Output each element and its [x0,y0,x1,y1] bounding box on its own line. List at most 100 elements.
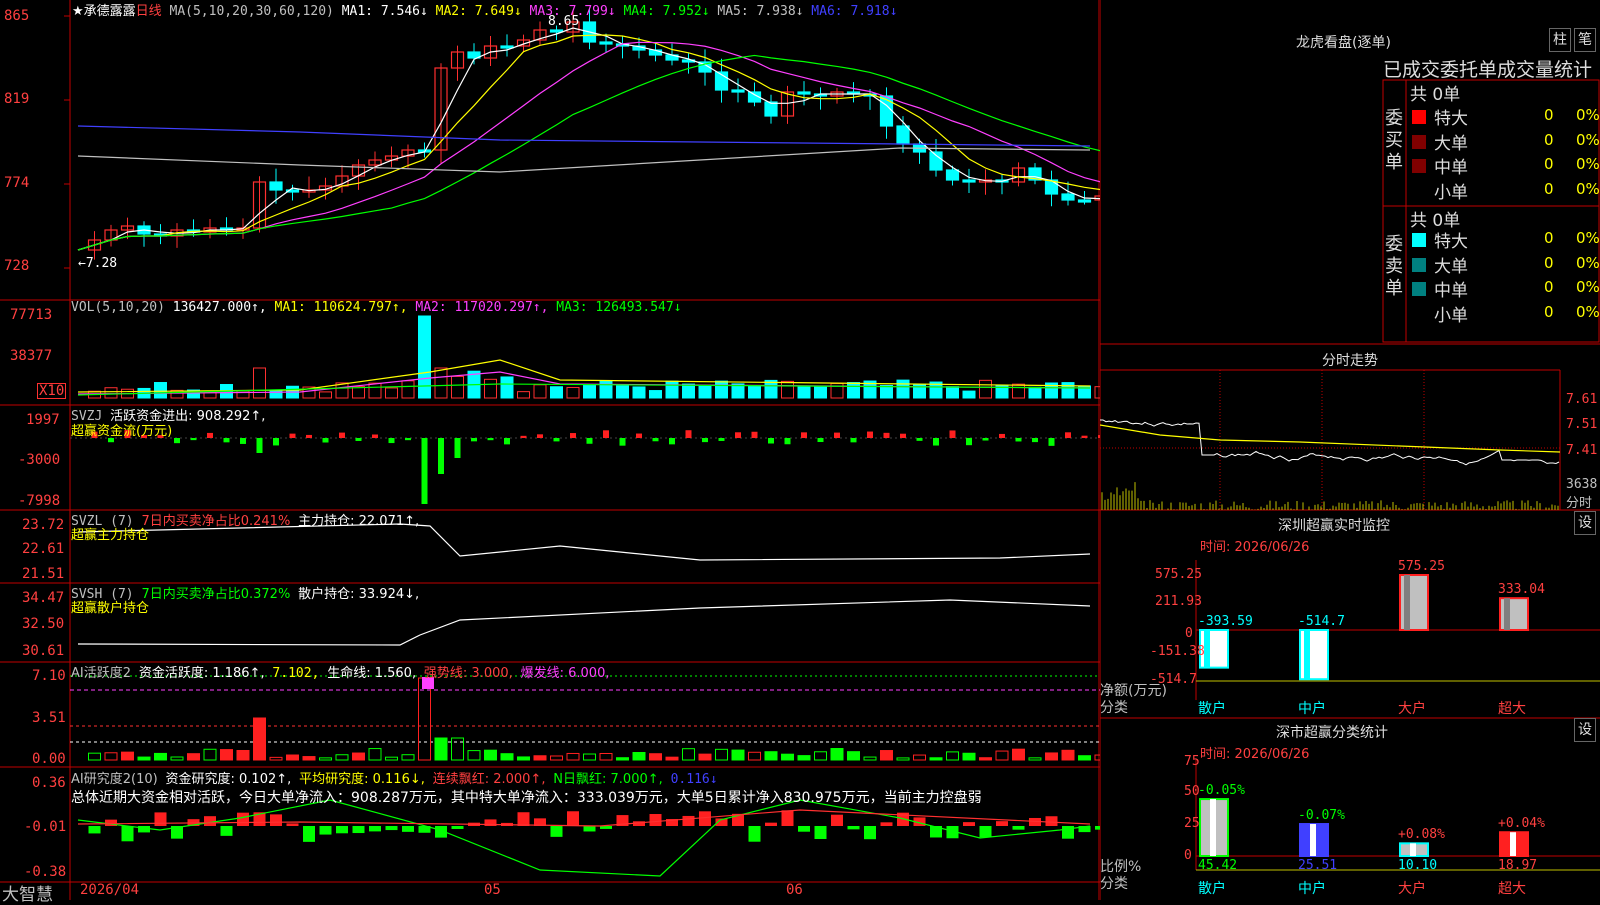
ai1-bar [236,749,250,761]
ma-legend-1: MA1: 7.546↓ [341,4,428,19]
ma-legend-6: MA6: 7.918↓ [803,4,898,19]
ai1-bar [451,737,464,761]
svzj-bar [784,438,791,445]
ai2-bar [369,826,381,832]
svzj-bar [718,438,725,441]
sz-category: 散户 [1198,701,1226,717]
vol-bar [500,376,514,399]
ai1-bar [830,748,844,761]
svzj-bar [388,438,395,444]
fs-axis-3: 7.41 [1566,443,1598,458]
ai1-bar [385,756,398,761]
ai1-bar [203,748,217,761]
svzj-bar [586,438,593,444]
vol-bar [583,385,596,399]
sc-axis-tick: 0 [1184,848,1192,863]
brand-logo[interactable]: 大智慧 [2,880,53,905]
sc-title: 深市超赢分类统计 [1276,725,1388,741]
price-axis-3: 774 [4,175,30,191]
candle-body [797,91,811,95]
sell-row-name: 大单 [1434,256,1468,277]
ai2-bar [517,812,530,826]
sc-category: 超大 [1498,881,1526,897]
ai2-bar [765,822,777,826]
vol-bar [566,386,580,399]
ai1-bar [764,751,778,761]
vol-bar [748,385,761,399]
sc-bar-change: -0.05% [1198,783,1245,799]
sell-row-count: 0 [1544,229,1554,247]
svzj-bar [982,438,989,441]
ai1-bar [731,749,745,761]
sell-label: 委卖单 [1385,234,1403,299]
sc-settings-button[interactable]: 设 [1574,718,1596,742]
buy-row-count: 0 [1544,155,1554,173]
stock-name: ★承德露露 [72,4,136,19]
svzj-bar [817,438,824,443]
svzl-axis-3: 21.51 [22,566,65,582]
ai1-bar [814,751,827,761]
svzj-axis-1: 1997 [26,412,60,428]
svzj-bar [949,430,956,438]
low-mark: ←7.28 [78,256,118,271]
sz-axis-tick: 575.25 [1155,567,1202,582]
ai2-summary: 总体近期大资金相对活跃，今日大单净流入：908.287万元，其中特大单净流入：3… [71,790,982,806]
sz-settings-button[interactable]: 设 [1574,511,1596,535]
buy-row-name: 特大 [1434,109,1468,129]
ai1-bar [946,751,959,761]
ai1-bar [434,737,448,761]
svzj-bar [372,434,378,438]
svzj-bar [669,438,675,445]
ai1-bar [286,754,299,761]
svzj-bar [751,431,758,438]
buy-row-name: 中单 [1434,158,1468,178]
ai2-bar [352,826,365,834]
ai2-bar [303,826,315,842]
ai2-bar [748,826,761,842]
fs-axis-2: 7.51 [1566,417,1598,432]
sz-axis-tick: 0 [1185,626,1193,641]
sz-bar-label: 575.25 [1398,559,1445,574]
buy-row-count: 0 [1544,106,1554,124]
vol-bar [880,384,893,399]
ai2-bar [451,826,464,829]
sc-category: 大户 [1398,881,1426,897]
svzj-bar [1032,438,1038,443]
bar-mode-button[interactable]: 柱 [1549,28,1571,52]
fs-unit: 分时 [1566,496,1593,511]
candle-body [879,95,894,127]
buy-swatch-2 [1412,134,1426,149]
sz-axis-tick: 211.93 [1155,594,1202,609]
ai1-bar [368,748,382,761]
candle-body [269,181,283,191]
sz-bar-shade [1304,630,1310,680]
ai1-bar [88,752,101,761]
ai2-line-red [77,809,1091,827]
buy-swatch-3 [1412,159,1426,173]
vol-unit-button[interactable]: X10 [37,383,67,399]
svzj-bar [1048,438,1055,446]
sell-row-percent: 0% [1576,253,1600,272]
ai1-bar [1078,755,1091,761]
buy-row-percent: 0% [1576,106,1600,124]
sc-axis-tick: 75 [1184,754,1200,769]
vol-bar [368,382,382,399]
ai1-bar [517,756,530,761]
price-axis-2: 819 [4,91,30,107]
vol-bar [715,380,728,399]
svzj-bar [504,438,510,445]
svzj-bar [339,432,345,438]
svsh-line [77,599,1091,646]
kline-chart-area[interactable]: ★承德露露日线 MA(5,10,20,30,60,120) MA1: 7.546… [0,0,1100,905]
kline-svg[interactable] [0,0,1100,900]
sz-time: 时间: 2026/06/26 [1200,540,1310,555]
vol-bar [847,382,860,399]
ai1-axis-3: 0.00 [32,751,66,767]
ma-legend-4: MA4: 7.952↓ [615,4,710,19]
ai2-bar [864,826,876,840]
vol-bar [517,391,530,399]
svzj-bar [553,438,560,442]
right-svg [1100,0,1600,900]
tick-mode-button[interactable]: 笔 [1574,28,1596,52]
ai2-bar [237,812,249,826]
